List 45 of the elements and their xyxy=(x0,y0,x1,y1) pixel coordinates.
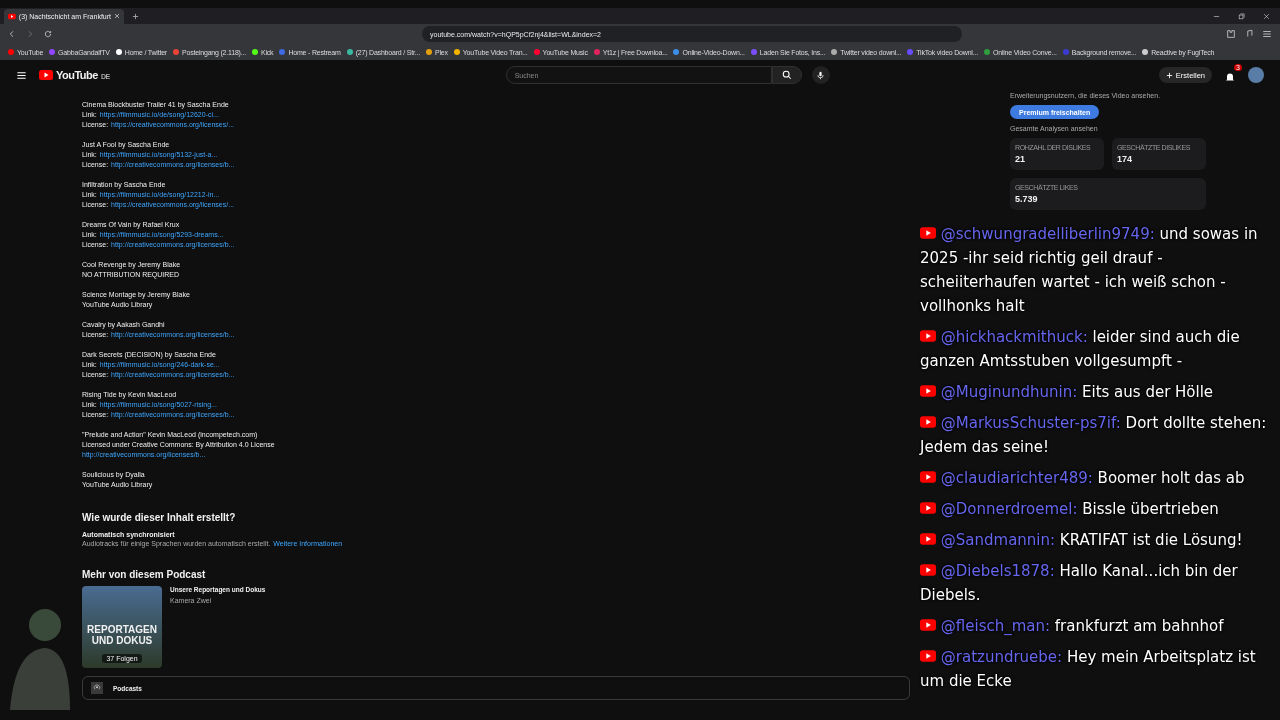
chat-message: @Donnerdroemel: Bissle übertrieben xyxy=(920,497,1270,521)
youtube-icon xyxy=(920,502,936,514)
stat-value: 21 xyxy=(1015,154,1025,164)
menu-icon xyxy=(1262,29,1272,39)
youtube-icon xyxy=(920,619,936,631)
search-button[interactable] xyxy=(771,66,802,84)
avatar[interactable] xyxy=(1248,67,1264,83)
bell-icon xyxy=(1224,71,1236,83)
youtube-icon xyxy=(920,564,936,576)
youtube-icon xyxy=(920,533,936,545)
plus-icon xyxy=(1165,71,1173,79)
chat-message: @fleisch_man: frankfurzt am bahnhof xyxy=(920,614,1270,638)
cover-title: REPORTAGEN UND DOKUS xyxy=(86,624,158,646)
youtube-icon xyxy=(920,385,936,397)
search-icon xyxy=(781,70,792,80)
chat-message: @Diebels1878: Hallo Kanal...ich bin der Diebels. xyxy=(920,561,1239,606)
section-heading: Wie wurde dieser Inhalt erstellt? xyxy=(82,512,236,523)
menu-icon xyxy=(16,69,27,81)
stat-value: 174 xyxy=(1117,154,1133,164)
microphone-icon xyxy=(816,70,826,80)
back-icon xyxy=(8,30,16,38)
close-icon xyxy=(1263,12,1270,20)
youtube-icon xyxy=(920,650,936,662)
chat-message: @Sandmannin: KRATIFAT ist die Lösung! xyxy=(920,528,1270,552)
reload-icon xyxy=(44,30,52,38)
restore-icon xyxy=(1238,12,1245,20)
podcast-icon xyxy=(93,684,101,692)
chat-message: @hickhackmithuck: leider sind auch die ganzen Amtsstuben vollgesumpft - xyxy=(920,327,1241,372)
chat-message: @ratzundruebe: Hey mein Arbeitsplatz ist um die Ecke xyxy=(920,647,1257,692)
chat-message: @schwungradelliberlin9749: und sowas in 2025 -ihr seid richtig geil drauf - scheiiterhaufen wartet - ich weiß schon - vollhonks halt xyxy=(920,224,1259,317)
close-icon xyxy=(114,12,120,19)
youtube-icon xyxy=(920,227,936,239)
forward-icon xyxy=(26,30,34,38)
youtube-icon xyxy=(920,330,936,342)
play-logo-icon xyxy=(39,70,53,80)
microphone-button[interactable] xyxy=(811,66,830,84)
youtube-icon xyxy=(920,416,936,428)
chat-message: @claudiarichter489: Boomer holt das ab xyxy=(920,466,1270,490)
youtube-icon xyxy=(920,471,936,483)
chat-message: @Muginundhunin: Eits aus der Hölle xyxy=(920,380,1270,404)
stat-value: 5.739 xyxy=(1015,194,1038,204)
chat-message: @MarkusSchuster-ps7if: Dort dollte stehen: Jedem das seine! xyxy=(920,413,1268,458)
youtube-icon xyxy=(8,12,16,20)
section-heading: Mehr von diesem Podcast xyxy=(82,569,206,580)
plus-icon xyxy=(132,12,139,20)
